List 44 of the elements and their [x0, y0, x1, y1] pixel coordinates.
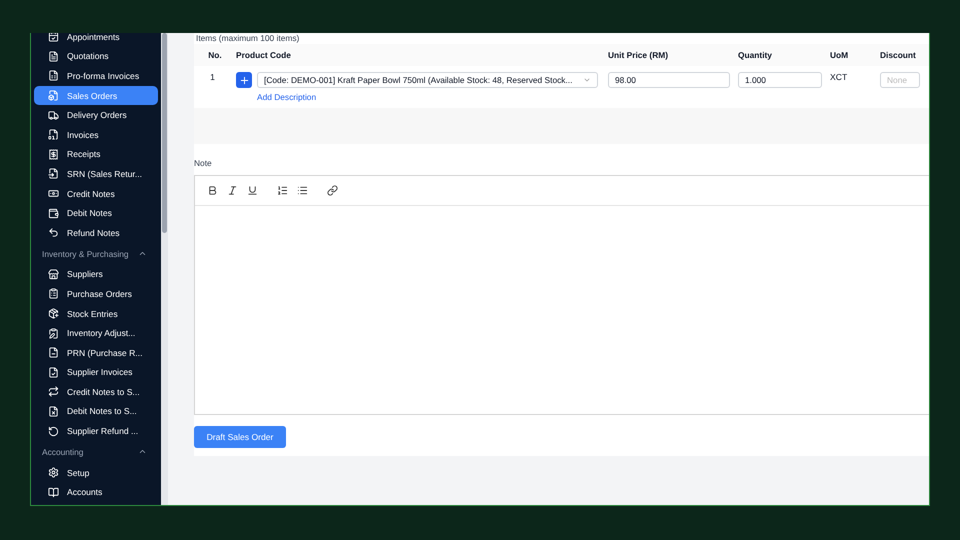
sidebar-item[interactable]: Invoices: [34, 124, 158, 145]
section-header[interactable]: Accounting: [31, 440, 161, 463]
sidebar-item[interactable]: Stock Entries: [34, 304, 158, 324]
sidebar-item[interactable]: Appointments: [34, 33, 158, 47]
sidebar-item[interactable]: Setup: [34, 462, 158, 482]
sidebar-item[interactable]: SRN (Sales Retur...: [34, 164, 158, 184]
note-label: Note: [194, 158, 213, 168]
sidebar-item[interactable]: Sales Orders: [34, 86, 158, 106]
numbered-list-icon[interactable]: [275, 184, 289, 198]
column-header: Quantity: [733, 44, 825, 66]
plus-icon: [238, 74, 250, 86]
sidebar-item[interactable]: PRN (Purchase R...: [34, 342, 158, 362]
sidebar-item[interactable]: Receipts: [34, 144, 158, 164]
sidebar-item[interactable]: Accounts: [34, 482, 158, 502]
section-title: Items (maximum 100 items): [195, 33, 300, 44]
column-header: No.: [194, 44, 231, 66]
column-header: Unit Price (RM): [603, 44, 733, 66]
sidebar-item[interactable]: Pro-forma Invoices: [34, 66, 158, 86]
scrollbar-thumb[interactable]: [162, 33, 167, 233]
sidebar-item[interactable]: Debit Notes: [34, 203, 158, 223]
sidebar-item[interactable]: Quotations: [34, 46, 158, 66]
add-button[interactable]: [236, 72, 252, 88]
sidebar-item[interactable]: Credit Notes: [34, 184, 158, 204]
draft-sales-order-button[interactable]: Draft Sales Order: [194, 426, 286, 448]
sidebar-item[interactable]: Supplier Invoices: [34, 362, 158, 382]
add-description-link[interactable]: Add Description: [257, 92, 598, 102]
sidebar-item[interactable]: Suppliers: [34, 264, 158, 284]
sidebar-item[interactable]: Refund Notes: [34, 222, 158, 243]
sidebar-item[interactable]: Credit Notes to S...: [34, 382, 158, 402]
unit-price-field[interactable]: 98.00: [608, 72, 730, 88]
sidebar-item[interactable]: Debit Notes to S...: [34, 402, 158, 422]
quantity-field[interactable]: 1.000: [738, 72, 822, 88]
column-header: Discount: [875, 44, 929, 66]
row-number: 1: [209, 71, 216, 84]
sidebar-item[interactable]: Supplier Refund ...: [34, 421, 158, 441]
link-icon[interactable]: [325, 184, 339, 198]
sidebar-item[interactable]: Inventory Adjust...: [34, 323, 158, 343]
product-select[interactable]: [Code: DEMO-001] Kraft Paper Bowl 750ml (Available Stock: 48, Reserved Stock...: [257, 72, 598, 88]
section-header[interactable]: Inventory & Purchasing: [31, 242, 161, 265]
uom-text: XCT: [830, 72, 848, 82]
column-header: UoM: [825, 44, 875, 66]
sidebar-item[interactable]: Purchase Orders: [34, 284, 158, 304]
sidebar-item[interactable]: Delivery Orders: [34, 105, 158, 125]
column-header: Product Code: [231, 44, 603, 66]
